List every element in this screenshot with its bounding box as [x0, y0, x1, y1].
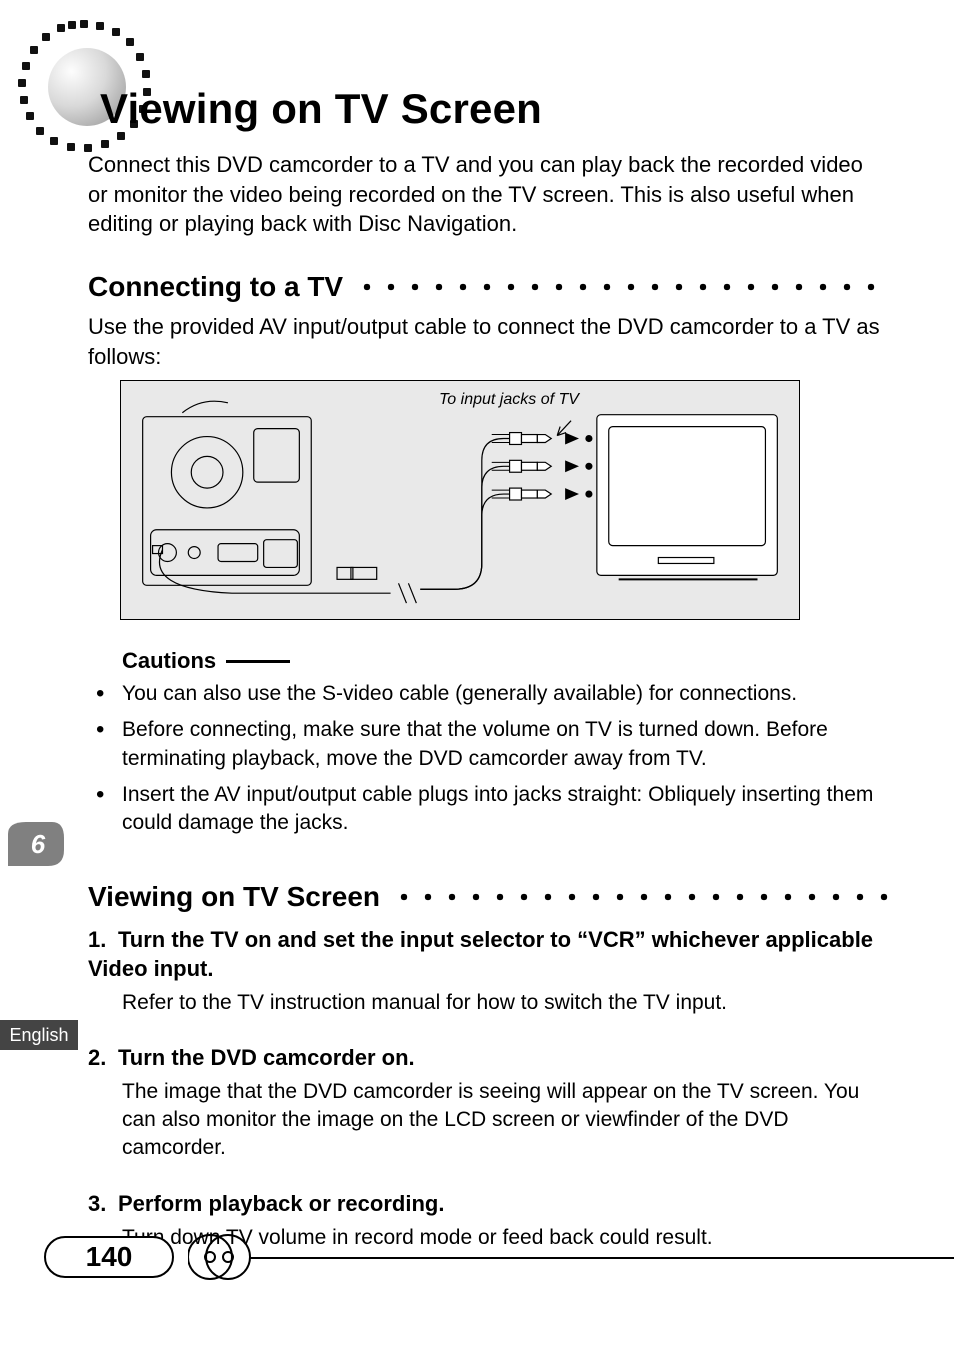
chapter-title: Viewing on TV Screen [100, 85, 542, 133]
step-heading: Perform playback or recording. [118, 1191, 444, 1216]
cautions-list: You can also use the S-video cable (gene… [88, 680, 890, 846]
cautions-title: Cautions [122, 648, 216, 674]
step-number: 1. [88, 925, 118, 954]
steps-list: 1.Turn the TV on and set the input selec… [88, 925, 888, 1278]
diagram-svg [121, 381, 799, 619]
cautions-rule-icon [226, 660, 290, 663]
dotted-rule-icon [392, 893, 888, 901]
step-item: 2.Turn the DVD camcorder on. The image t… [88, 1043, 888, 1162]
footer-rule [250, 1257, 954, 1259]
section-connecting-title: Connecting to a TV [88, 271, 343, 303]
page-number: 140 [86, 1241, 133, 1273]
chapter-intro: Connect this DVD camcorder to a TV and y… [88, 150, 888, 239]
caution-item: Insert the AV input/output cable plugs i… [88, 781, 890, 838]
connection-diagram: To input jacks of TV [120, 380, 800, 620]
caution-item: Before connecting, make sure that the vo… [88, 716, 890, 773]
dotted-rule-icon [355, 283, 888, 291]
caution-item: You can also use the S-video cable (gene… [88, 680, 890, 708]
language-tab: English [0, 1020, 78, 1050]
step-heading: Turn the TV on and set the input selecto… [88, 927, 873, 981]
chapter-number-text: 6 [31, 829, 46, 859]
step-item: 1.Turn the TV on and set the input selec… [88, 925, 888, 1017]
page-number-badge: 140 [44, 1236, 174, 1278]
step-number: 3. [88, 1189, 118, 1218]
section-connecting-header: Connecting to a TV [88, 270, 888, 304]
manual-page: Viewing on TV Screen Connect this DVD ca… [0, 0, 954, 1352]
chapter-number-tab: 6 [8, 822, 64, 866]
step-body: The image that the DVD camcorder is seei… [122, 1078, 888, 1162]
diagram-caption: To input jacks of TV [439, 391, 579, 409]
section-viewing-header: Viewing on TV Screen [88, 880, 888, 914]
cautions-header: Cautions [122, 648, 290, 674]
section-viewing-title: Viewing on TV Screen [88, 881, 380, 913]
step-heading: Turn the DVD camcorder on. [118, 1045, 415, 1070]
footer-disc-icon [188, 1230, 256, 1284]
language-label: English [9, 1025, 68, 1046]
section-connecting-intro: Use the provided AV input/output cable t… [88, 312, 888, 371]
step-number: 2. [88, 1043, 118, 1072]
step-body: Refer to the TV instruction manual for h… [122, 989, 888, 1017]
